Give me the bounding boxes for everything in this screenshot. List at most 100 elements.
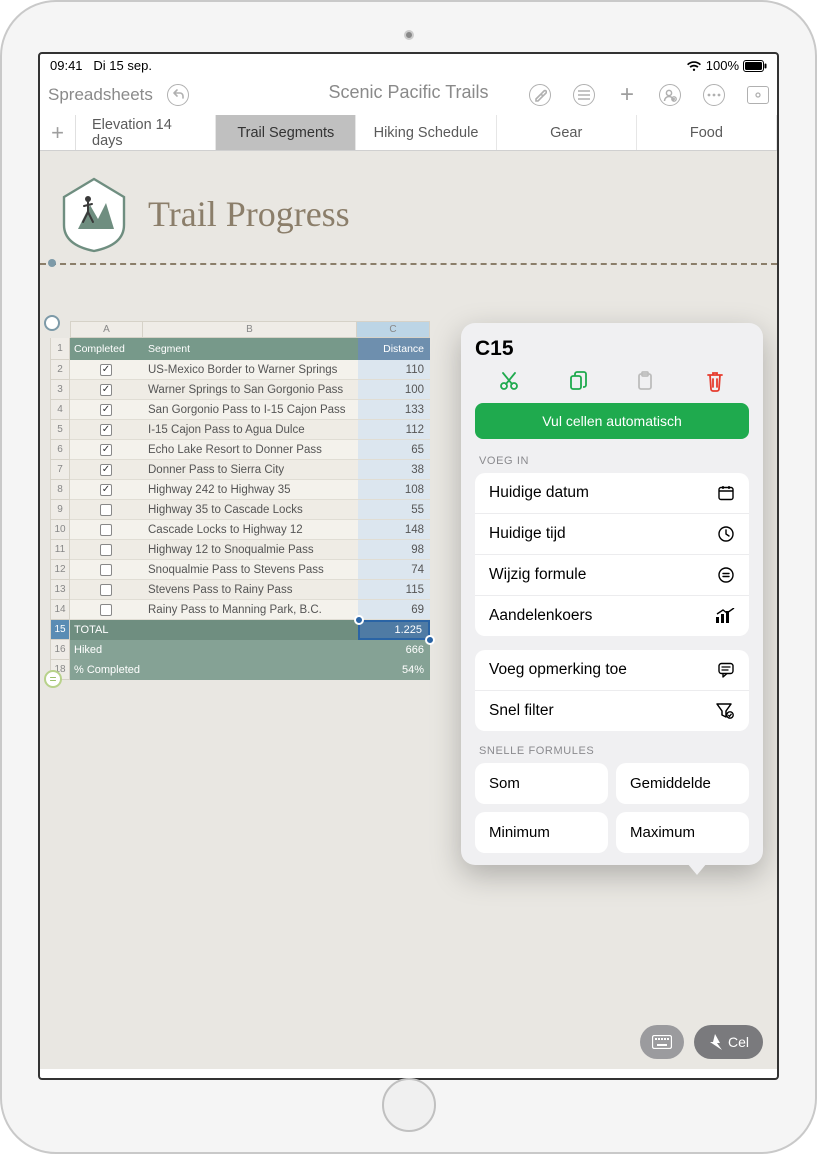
row-number[interactable]: 14 [50, 600, 70, 620]
checkbox-icon[interactable] [100, 584, 112, 596]
undo-icon[interactable] [167, 84, 189, 106]
row-number[interactable]: 9 [50, 500, 70, 520]
distance-cell[interactable]: 133 [358, 400, 430, 420]
distance-cell[interactable]: 38 [358, 460, 430, 480]
menu-item[interactable]: Huidige tijd [475, 514, 749, 555]
completed-cell[interactable] [70, 600, 142, 620]
add-icon[interactable]: + [617, 84, 637, 106]
segment-cell[interactable]: Highway 242 to Highway 35 [142, 480, 358, 500]
completed-cell[interactable]: ✓ [70, 400, 142, 420]
more-icon[interactable] [703, 84, 725, 106]
document-icon[interactable] [747, 86, 769, 104]
segment-cell[interactable]: Highway 12 to Snoqualmie Pass [142, 540, 358, 560]
row-number[interactable]: 5 [50, 420, 70, 440]
cell[interactable] [142, 640, 358, 660]
format-brush-icon[interactable] [529, 84, 551, 106]
completed-cell[interactable]: ✓ [70, 360, 142, 380]
col-head-b[interactable]: B [143, 322, 357, 337]
checkbox-icon[interactable]: ✓ [100, 424, 112, 436]
selection-handle[interactable] [354, 615, 364, 625]
sheet-tab[interactable]: Elevation 14 days [76, 115, 216, 150]
quick-formula-button[interactable]: Maximum [616, 812, 749, 853]
cell[interactable] [142, 620, 358, 640]
col-head-c[interactable]: C [357, 322, 429, 337]
checkbox-icon[interactable]: ✓ [100, 384, 112, 396]
segment-cell[interactable]: San Gorgonio Pass to I-15 Cajon Pass [142, 400, 358, 420]
menu-item[interactable]: Huidige datum [475, 473, 749, 514]
distance-cell[interactable]: 98 [358, 540, 430, 560]
segment-cell[interactable]: US-Mexico Border to Warner Springs [142, 360, 358, 380]
selection-handle[interactable] [425, 635, 435, 645]
checkbox-icon[interactable] [100, 524, 112, 536]
paste-icon[interactable] [634, 369, 658, 393]
row-number[interactable]: 11 [50, 540, 70, 560]
completed-cell[interactable]: ✓ [70, 440, 142, 460]
checkbox-icon[interactable] [100, 564, 112, 576]
sheet-tab[interactable]: Hiking Schedule [356, 115, 496, 150]
distance-cell[interactable]: 69 [358, 600, 430, 620]
menu-item[interactable]: Snel filter [475, 691, 749, 731]
sheet-tab[interactable]: Trail Segments [216, 115, 356, 150]
table[interactable]: A B C 1 Completed Segment Distance 2✓US-… [50, 321, 430, 680]
distance-cell[interactable]: 100 [358, 380, 430, 400]
segment-cell[interactable]: Snoqualmie Pass to Stevens Pass [142, 560, 358, 580]
segment-cell[interactable]: Rainy Pass to Manning Park, B.C. [142, 600, 358, 620]
segment-cell[interactable]: Cascade Locks to Highway 12 [142, 520, 358, 540]
checkbox-icon[interactable]: ✓ [100, 484, 112, 496]
delete-icon[interactable] [703, 369, 727, 393]
sheet-tab[interactable]: Gear [497, 115, 637, 150]
row-number[interactable]: 2 [50, 360, 70, 380]
autofill-button[interactable]: Vul cellen automatisch [475, 403, 749, 439]
completed-cell[interactable] [70, 580, 142, 600]
row-number[interactable]: 10 [50, 520, 70, 540]
segment-cell[interactable]: Highway 35 to Cascade Locks [142, 500, 358, 520]
completed-cell[interactable]: ✓ [70, 420, 142, 440]
spreadsheet-canvas[interactable]: Trail Progress A B C 1 Completed Segment… [40, 151, 777, 1069]
cut-icon[interactable] [497, 369, 521, 393]
collaborate-icon[interactable] [659, 84, 681, 106]
checkbox-icon[interactable] [100, 544, 112, 556]
completed-cell[interactable]: ✓ [70, 380, 142, 400]
distance-cell[interactable]: 65 [358, 440, 430, 460]
row-number[interactable]: 6 [50, 440, 70, 460]
column-headers[interactable]: A B C [70, 321, 430, 338]
list-icon[interactable] [573, 84, 595, 106]
row-number[interactable]: 4 [50, 400, 70, 420]
completed-cell[interactable] [70, 500, 142, 520]
distance-cell[interactable]: 108 [358, 480, 430, 500]
segment-cell[interactable]: Donner Pass to Sierra City [142, 460, 358, 480]
document-title[interactable]: Scenic Pacific Trails [328, 82, 488, 103]
col-head-a[interactable]: A [71, 322, 143, 337]
completed-cell[interactable]: ✓ [70, 460, 142, 480]
segment-cell[interactable]: Stevens Pass to Rainy Pass [142, 580, 358, 600]
completed-cell[interactable] [70, 540, 142, 560]
row-number[interactable]: 12 [50, 560, 70, 580]
quick-formula-button[interactable]: Som [475, 763, 608, 804]
menu-item[interactable]: Aandelenkoers [475, 596, 749, 636]
cell-mode-button[interactable]: Cel [694, 1025, 763, 1059]
table-select-all-handle[interactable] [44, 315, 60, 331]
row-number[interactable]: 3 [50, 380, 70, 400]
distance-cell[interactable]: 110 [358, 360, 430, 380]
cell[interactable] [142, 660, 358, 680]
segment-cell[interactable]: Warner Springs to San Gorgonio Pass [142, 380, 358, 400]
completed-cell[interactable] [70, 560, 142, 580]
checkbox-icon[interactable]: ✓ [100, 364, 112, 376]
home-button[interactable] [382, 1078, 436, 1132]
row-number[interactable]: 16 [50, 640, 70, 660]
formula-button[interactable]: = [44, 670, 62, 688]
add-sheet-button[interactable]: + [40, 115, 76, 150]
checkbox-icon[interactable]: ✓ [100, 444, 112, 456]
checkbox-icon[interactable] [100, 504, 112, 516]
segment-cell[interactable]: Echo Lake Resort to Donner Pass [142, 440, 358, 460]
completed-cell[interactable]: ✓ [70, 480, 142, 500]
selected-cell-c15[interactable]: 1.225 [358, 620, 430, 640]
distance-cell[interactable]: 74 [358, 560, 430, 580]
distance-cell[interactable]: 112 [358, 420, 430, 440]
completed-cell[interactable] [70, 520, 142, 540]
keyboard-button[interactable] [640, 1025, 684, 1059]
copy-icon[interactable] [566, 369, 590, 393]
menu-item[interactable]: Voeg opmerking toe [475, 650, 749, 691]
row-number[interactable]: 13 [50, 580, 70, 600]
checkbox-icon[interactable]: ✓ [100, 404, 112, 416]
